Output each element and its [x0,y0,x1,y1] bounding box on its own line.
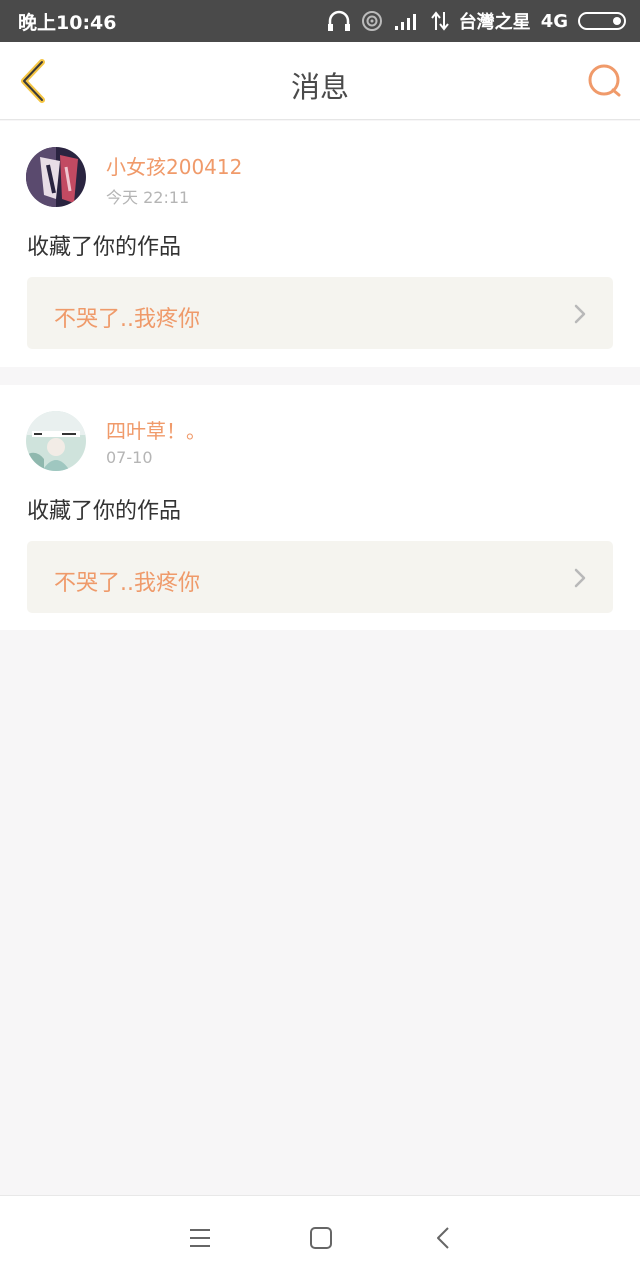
username[interactable]: 小女孩200412 [106,151,242,180]
message-action: 收藏了你的作品 [27,235,182,260]
username[interactable]: 四叶草！。 [106,415,206,444]
work-link[interactable]: 不哭了..我疼你 [27,541,613,613]
avatar[interactable] [26,147,86,207]
search-button[interactable] [586,62,624,100]
hotspot-icon [361,11,382,31]
message-action: 收藏了你的作品 [27,499,182,524]
status-bar: 晚上10:46 台灣之星 4G [0,0,640,42]
message-time: 07-10 [106,448,153,467]
work-title: 不哭了..我疼你 [54,307,200,332]
battery-icon [578,12,626,30]
page-title: 消息 [290,70,349,104]
chevron-right-icon [574,304,586,324]
signal-icon [394,14,416,30]
status-time: 晚上10:46 [18,11,117,34]
search-icon [588,64,621,97]
message-card: 四叶草！。 07-10 收藏了你的作品 不哭了..我疼你 [0,385,640,630]
nav-back-button[interactable] [432,1226,456,1250]
chevron-right-icon [574,568,586,588]
carrier-name: 台灣之星 [458,12,531,33]
message-card: 小女孩200412 今天 22:11 收藏了你的作品 不哭了..我疼你 [0,121,640,367]
home-button[interactable] [309,1226,333,1250]
network-type: 4G [540,10,568,32]
menu-button[interactable] [188,1226,212,1250]
avatar[interactable] [26,411,86,471]
work-title: 不哭了..我疼你 [54,571,200,596]
system-nav-bar [0,1195,640,1280]
work-link[interactable]: 不哭了..我疼你 [27,277,613,349]
app-header: 消息 [0,42,640,120]
status-icons: 台灣之星 4G [327,8,626,34]
message-time: 今天 22:11 [106,188,190,207]
menu-icon [190,1229,210,1247]
home-square-icon [310,1227,332,1249]
headphones-icon [327,10,350,31]
data-arrows-icon [430,11,449,31]
back-triangle-icon [437,1227,449,1249]
